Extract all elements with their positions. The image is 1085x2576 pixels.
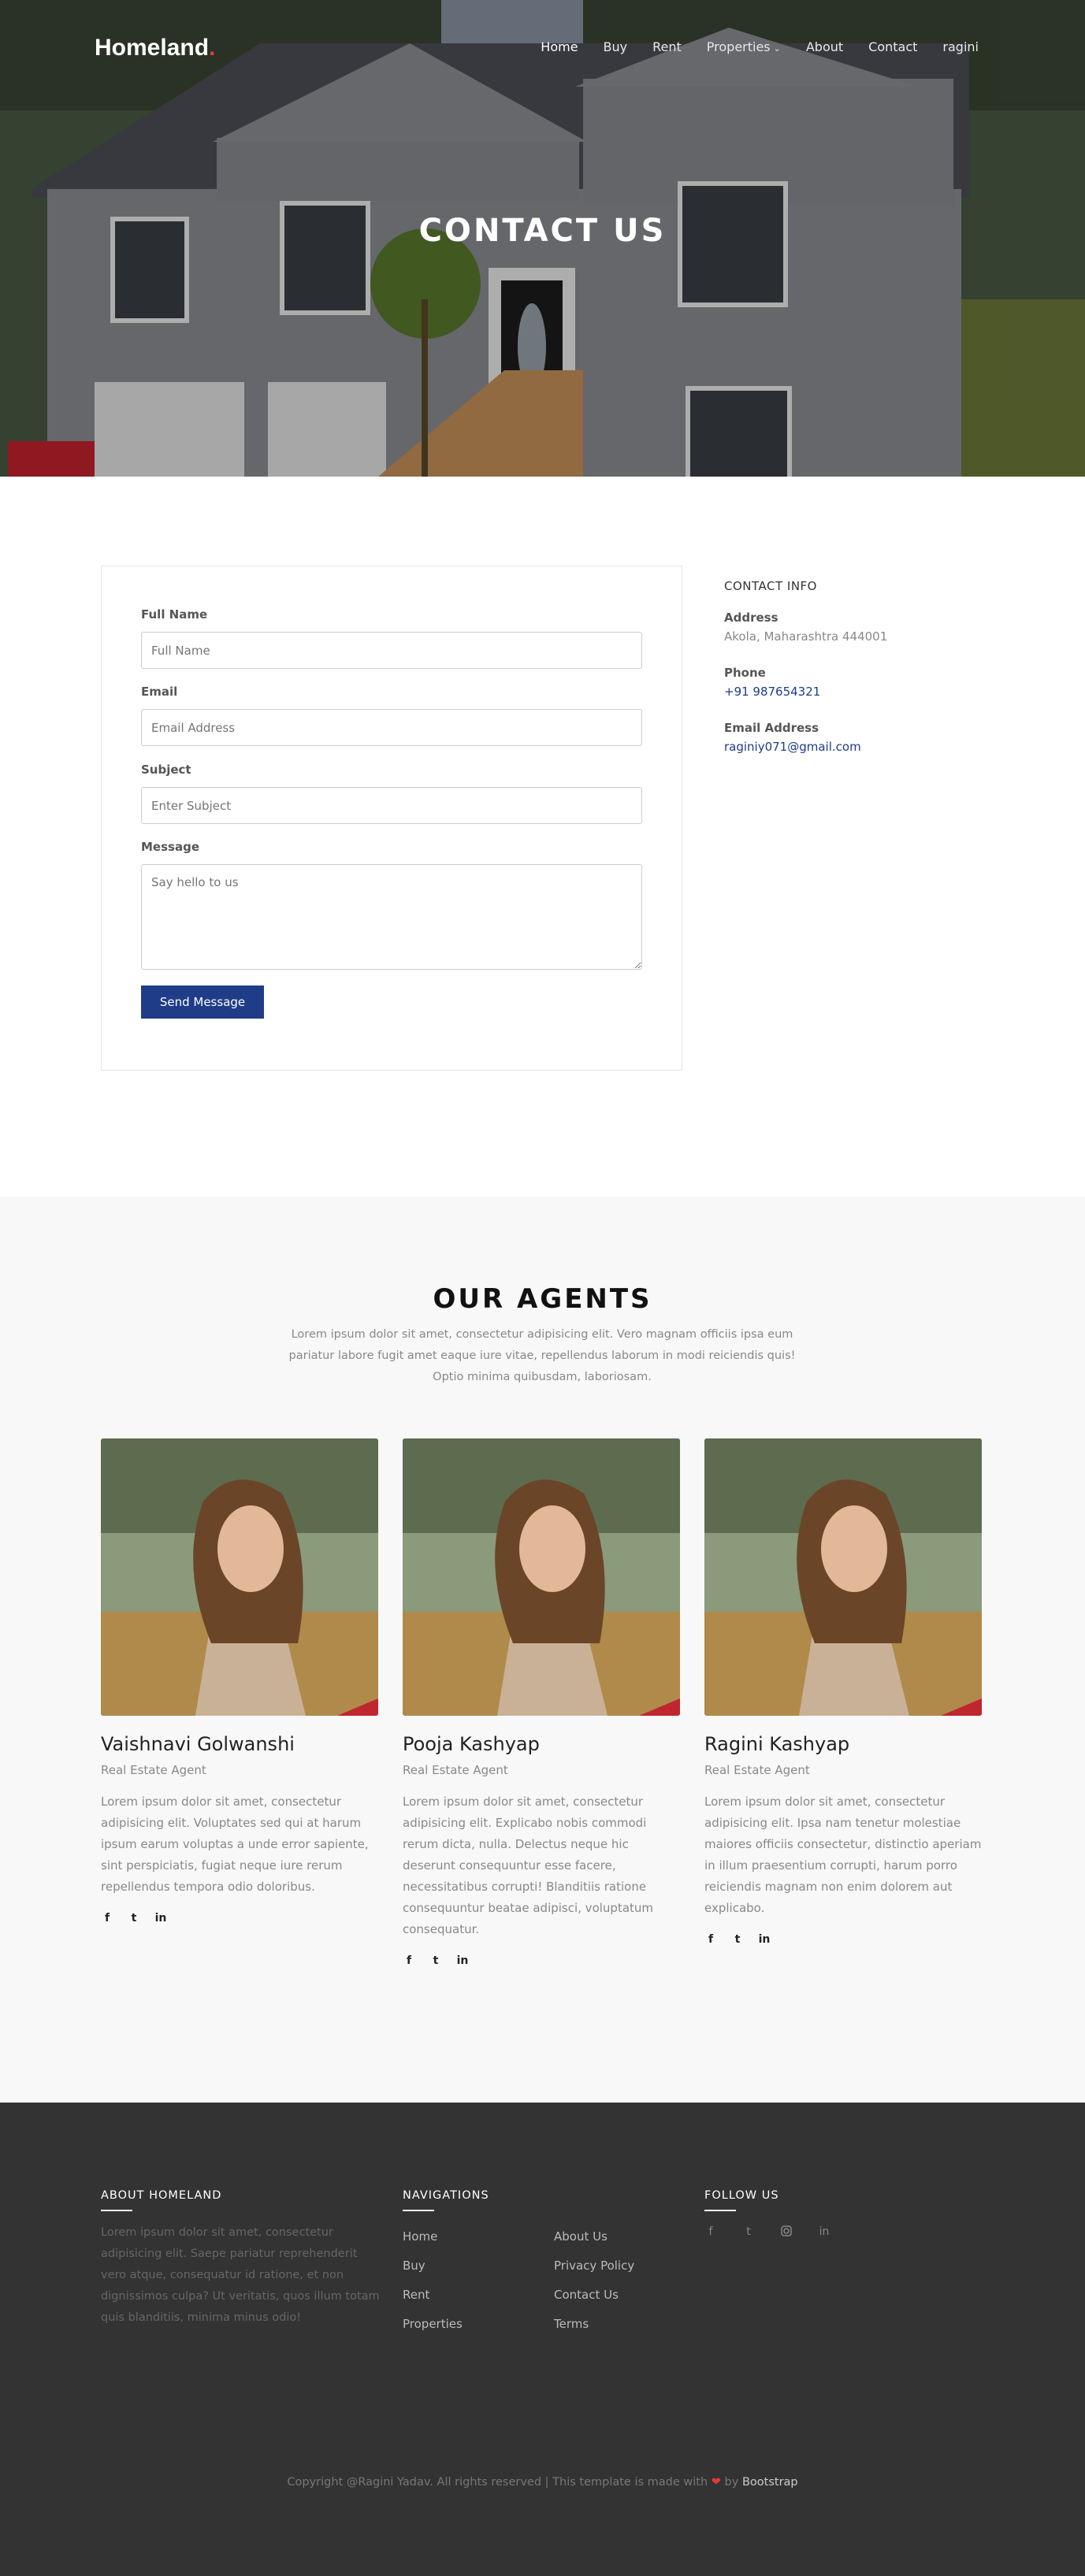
email-link[interactable]: raginiy071@gmail.com <box>724 740 984 754</box>
footer-follow-title: FOLLOW US <box>704 2189 779 2202</box>
bootstrap-link[interactable]: Bootstrap <box>742 2476 798 2489</box>
linkedin-icon[interactable]: in <box>456 1954 469 1967</box>
email-label: Email <box>141 685 178 699</box>
agent-name: Pooja Kashyap <box>403 1733 540 1755</box>
full-name-field[interactable] <box>141 632 642 669</box>
agent-role: Real Estate Agent <box>403 1763 508 1777</box>
agent-photo <box>704 1438 982 1716</box>
agent-card: Ragini Kashyap Real Estate Agent Lorem i… <box>704 1438 982 1946</box>
phone-label: Phone <box>724 666 766 680</box>
footer-divider <box>704 2210 736 2211</box>
footer-link-buy[interactable]: Buy <box>403 2251 554 2281</box>
agent-card: Vaishnavi Golwanshi Real Estate Agent Lo… <box>101 1438 378 1925</box>
footer-about: ABOUT HOMELAND Lorem ipsum dolor sit ame… <box>101 2189 381 2329</box>
agent-role: Real Estate Agent <box>704 1763 810 1777</box>
footer-about-text: Lorem ipsum dolor sit amet, consectetur … <box>101 2226 380 2324</box>
footer-link-home[interactable]: Home <box>403 2222 554 2251</box>
email-field[interactable] <box>141 709 642 746</box>
brand-logo[interactable]: Homeland. <box>95 35 215 61</box>
nav-rent[interactable]: Rent <box>652 39 682 54</box>
linkedin-icon[interactable]: in <box>758 1933 771 1946</box>
message-field[interactable] <box>141 864 642 970</box>
message-label: Message <box>141 840 199 854</box>
contact-info: CONTACT INFO Address Akola, Maharashtra … <box>724 579 984 754</box>
footer-nav-title: NAVIGATIONS <box>403 2189 489 2202</box>
address-label: Address <box>724 611 778 625</box>
footer-navigations: NAVIGATIONS Home Buy Rent Properties Abo… <box>403 2189 705 2339</box>
address-value: Akola, Maharashtra 444001 <box>724 629 888 644</box>
nav-properties[interactable]: Properties ⌄ <box>707 39 781 54</box>
footer-link-properties[interactable]: Properties <box>403 2310 554 2339</box>
instagram-icon[interactable] <box>780 2225 793 2240</box>
subject-field[interactable] <box>141 787 642 824</box>
agent-bio: Lorem ipsum dolor sit amet, consectetur … <box>101 1795 369 1894</box>
linkedin-icon[interactable]: in <box>818 2225 830 2240</box>
footer-divider <box>403 2210 434 2211</box>
facebook-icon[interactable]: f <box>403 1954 415 1967</box>
footer-link-privacy[interactable]: Privacy Policy <box>554 2251 705 2281</box>
nav-user[interactable]: ragini <box>942 39 979 54</box>
agent-photo <box>403 1438 680 1716</box>
nav-home[interactable]: Home <box>541 39 578 54</box>
agent-socials: f t in <box>101 1912 378 1925</box>
footer-link-terms[interactable]: Terms <box>554 2310 705 2339</box>
twitter-icon[interactable]: t <box>742 2225 755 2240</box>
agents-title: OUR AGENTS <box>433 1283 652 1315</box>
site-footer: ABOUT HOMELAND Lorem ipsum dolor sit ame… <box>0 2103 1085 2576</box>
nav-about[interactable]: About <box>806 39 843 54</box>
agent-photo <box>101 1438 378 1716</box>
chevron-down-icon: ⌄ <box>773 43 781 54</box>
copyright-text: Copyright @Ragini Yadav. All rights rese… <box>287 2476 708 2489</box>
agent-card: Pooja Kashyap Real Estate Agent Lorem ip… <box>403 1438 680 1967</box>
nav-buy[interactable]: Buy <box>604 39 628 54</box>
footer-about-title: ABOUT HOMELAND <box>101 2189 222 2202</box>
linkedin-icon[interactable]: in <box>154 1912 167 1925</box>
brand-dot: . <box>209 35 216 61</box>
footer-link-about[interactable]: About Us <box>554 2222 705 2251</box>
facebook-icon[interactable]: f <box>101 1912 113 1925</box>
full-name-label: Full Name <box>141 607 208 622</box>
facebook-icon[interactable]: f <box>704 2225 717 2240</box>
twitter-icon[interactable]: t <box>731 1933 744 1946</box>
agents-lead: Lorem ipsum dolor sit amet, consectetur … <box>288 1328 796 1383</box>
phone-link[interactable]: +91 987654321 <box>724 685 984 699</box>
footer-link-rent[interactable]: Rent <box>403 2281 554 2310</box>
agent-bio: Lorem ipsum dolor sit amet, consectetur … <box>403 1795 654 1936</box>
send-message-button[interactable]: Send Message <box>141 985 264 1019</box>
twitter-icon[interactable]: t <box>429 1954 442 1967</box>
subject-label: Subject <box>141 763 191 777</box>
agent-name: Ragini Kashyap <box>704 1733 850 1755</box>
copyright: Copyright @Ragini Yadav. All rights rese… <box>0 2476 1085 2489</box>
brand-name: Homeland <box>95 35 210 61</box>
footer-divider <box>101 2210 132 2211</box>
email-address-label: Email Address <box>724 721 819 735</box>
agent-socials: f t in <box>403 1954 680 1967</box>
footer-follow: FOLLOW US f t in <box>704 2189 830 2240</box>
contact-info-title: CONTACT INFO <box>724 579 817 593</box>
hero-banner: Homeland. Home Buy Rent Properties ⌄ Abou… <box>0 0 1085 477</box>
twitter-icon[interactable]: t <box>128 1912 140 1925</box>
footer-link-contact[interactable]: Contact Us <box>554 2281 705 2310</box>
contact-form: Full Name Email Subject Message Send Mes… <box>101 566 682 1071</box>
agent-socials: f t in <box>704 1933 982 1946</box>
page-title: CONTACT US <box>418 213 667 249</box>
heart-icon: ❤ <box>711 2476 721 2489</box>
main-nav: Home Buy Rent Properties ⌄ About Contact … <box>515 39 979 54</box>
agent-name: Vaishnavi Golwanshi <box>101 1733 295 1755</box>
nav-contact[interactable]: Contact <box>868 39 917 54</box>
copyright-by: by <box>724 2476 739 2489</box>
agent-role: Real Estate Agent <box>101 1763 206 1777</box>
nav-properties-label: Properties <box>706 39 771 54</box>
agent-bio: Lorem ipsum dolor sit amet, consectetur … <box>704 1795 982 1915</box>
agents-section: OUR AGENTS Lorem ipsum dolor sit amet, c… <box>0 1197 1085 2103</box>
facebook-icon[interactable]: f <box>704 1933 717 1946</box>
